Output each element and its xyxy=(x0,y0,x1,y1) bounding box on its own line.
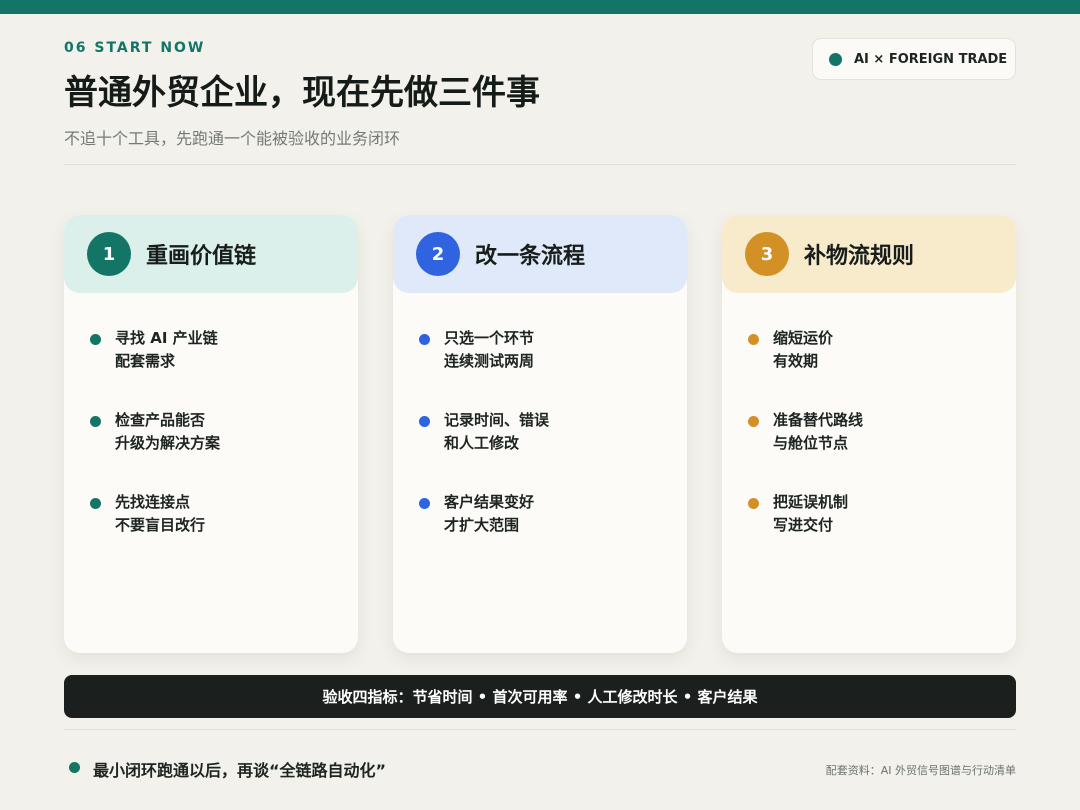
item-line: 有效期 xyxy=(773,352,819,370)
card-title: 补物流规则 xyxy=(804,244,915,269)
metrics-banner: 验收四指标：节省时间 • 首次可用率 • 人工修改时长 • 客户结果 xyxy=(64,675,1016,718)
footer-dot-icon xyxy=(69,762,80,773)
item-line: 寻找 AI 产业链 xyxy=(115,329,218,347)
card-item-list: 只选一个环节 连续测试两周 记录时间、错误 和人工修改 客户结果变好 才扩大范围 xyxy=(393,293,687,573)
step-number-badge: 1 xyxy=(87,232,131,276)
bullet-dot-icon xyxy=(419,498,430,509)
list-item: 寻找 AI 产业链 配套需求 xyxy=(90,327,358,409)
bullet-dot-icon xyxy=(748,498,759,509)
bullet-dot-icon xyxy=(90,498,101,509)
badge-dot-icon xyxy=(829,52,842,66)
item-line: 检查产品能否 xyxy=(115,411,206,429)
bullet-dot-icon xyxy=(419,334,430,345)
bullet-dot-icon xyxy=(90,416,101,427)
bullet-dot-icon xyxy=(748,334,759,345)
bullet-dot-icon xyxy=(748,416,759,427)
step-card-1: 1 重画价值链 寻找 AI 产业链 配套需求 检查产品能否 升级为解决方案 先找… xyxy=(64,215,358,653)
badge-label: AI × FOREIGN TRADE xyxy=(854,51,1008,67)
footer-note: 最小闭环跑通以后，再谈“全链路自动化” xyxy=(93,761,387,780)
list-item: 客户结果变好 才扩大范围 xyxy=(419,491,687,573)
page-subtitle: 不追十个工具，先跑通一个能被验收的业务闭环 xyxy=(64,129,401,148)
item-line: 和人工修改 xyxy=(444,434,520,452)
item-line: 把延误机制 xyxy=(773,493,849,511)
list-item: 准备替代路线 与舱位节点 xyxy=(748,409,1016,491)
item-line: 缩短运价 xyxy=(773,329,834,347)
item-line: 客户结果变好 xyxy=(444,493,535,511)
step-card-2: 2 改一条流程 只选一个环节 连续测试两周 记录时间、错误 和人工修改 客户结果… xyxy=(393,215,687,653)
item-line: 连续测试两周 xyxy=(444,352,535,370)
step-number-badge: 2 xyxy=(416,232,460,276)
topic-badge: AI × FOREIGN TRADE xyxy=(812,38,1016,80)
bullet-dot-icon xyxy=(90,334,101,345)
item-line: 不要盲目改行 xyxy=(115,516,206,534)
list-item: 检查产品能否 升级为解决方案 xyxy=(90,409,358,491)
source-credit: 配套资料：AI 外贸信号图谱与行动清单 xyxy=(825,764,1016,777)
list-item: 只选一个环节 连续测试两周 xyxy=(419,327,687,409)
list-item: 缩短运价 有效期 xyxy=(748,327,1016,409)
item-line: 只选一个环节 xyxy=(444,329,535,347)
card-header: 1 重画价值链 xyxy=(64,215,358,293)
card-item-list: 缩短运价 有效期 准备替代路线 与舱位节点 把延误机制 写进交付 xyxy=(722,293,1016,573)
card-header: 3 补物流规则 xyxy=(722,215,1016,293)
page-title: 普通外贸企业，现在先做三件事 xyxy=(64,73,540,113)
list-item: 先找连接点 不要盲目改行 xyxy=(90,491,358,573)
header-divider xyxy=(64,164,1016,165)
list-item: 把延误机制 写进交付 xyxy=(748,491,1016,573)
list-item: 记录时间、错误 和人工修改 xyxy=(419,409,687,491)
section-kicker: 06 START NOW xyxy=(64,40,206,56)
card-header: 2 改一条流程 xyxy=(393,215,687,293)
top-accent-bar xyxy=(0,0,1080,14)
item-line: 与舱位节点 xyxy=(773,434,849,452)
card-title: 改一条流程 xyxy=(475,244,586,269)
step-card-3: 3 补物流规则 缩短运价 有效期 准备替代路线 与舱位节点 把延误机制 写进交付 xyxy=(722,215,1016,653)
card-item-list: 寻找 AI 产业链 配套需求 检查产品能否 升级为解决方案 先找连接点 不要盲目… xyxy=(64,293,358,573)
item-line: 写进交付 xyxy=(773,516,834,534)
item-line: 准备替代路线 xyxy=(773,411,864,429)
item-line: 才扩大范围 xyxy=(444,516,520,534)
item-line: 配套需求 xyxy=(115,352,176,370)
item-line: 先找连接点 xyxy=(115,493,191,511)
footer-divider xyxy=(64,729,1016,730)
item-line: 记录时间、错误 xyxy=(444,411,550,429)
item-line: 升级为解决方案 xyxy=(115,434,221,452)
card-title: 重画价值链 xyxy=(146,244,257,269)
bullet-dot-icon xyxy=(419,416,430,427)
step-number-badge: 3 xyxy=(745,232,789,276)
